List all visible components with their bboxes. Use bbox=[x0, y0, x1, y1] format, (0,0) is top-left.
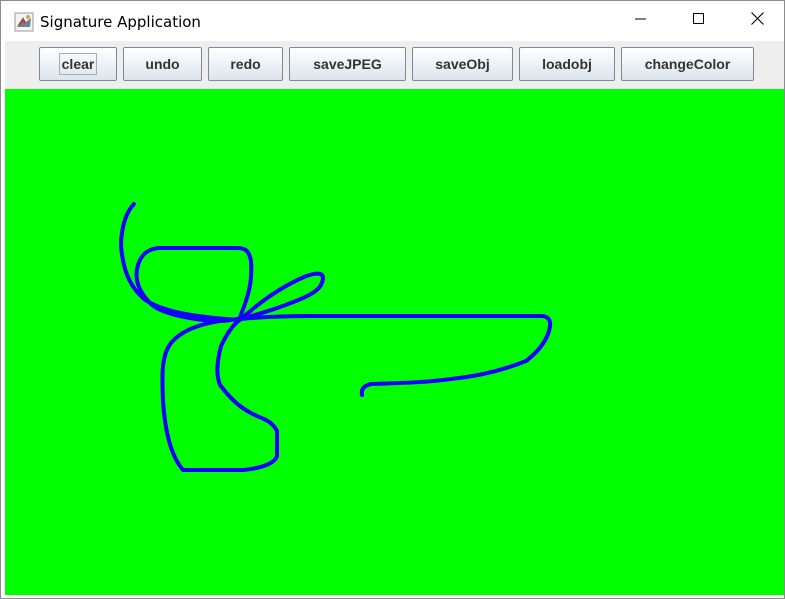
java-app-icon bbox=[14, 12, 34, 32]
load-obj-button-label: loadobj bbox=[542, 56, 592, 72]
close-icon bbox=[750, 12, 764, 30]
title-bar[interactable]: Signature Application bbox=[1, 1, 784, 41]
maximize-icon bbox=[693, 12, 705, 30]
signature-stroke bbox=[239, 314, 553, 397]
drawing-canvas[interactable] bbox=[5, 89, 784, 595]
undo-button[interactable]: undo bbox=[123, 47, 202, 81]
window-title: Signature Application bbox=[40, 13, 201, 31]
change-color-button-label: changeColor bbox=[644, 56, 731, 72]
clear-button-label: clear bbox=[58, 53, 98, 75]
change-color-button[interactable]: changeColor bbox=[621, 47, 754, 81]
save-jpeg-button[interactable]: saveJPEG bbox=[289, 47, 406, 81]
toolbar: clear undo redo saveJPEG saveObj loadobj… bbox=[5, 41, 784, 89]
load-obj-button[interactable]: loadobj bbox=[519, 47, 615, 81]
minimize-icon bbox=[635, 12, 647, 30]
close-button[interactable] bbox=[728, 1, 784, 41]
signature-drawing bbox=[119, 202, 553, 472]
minimize-button[interactable] bbox=[612, 1, 670, 41]
redo-button-label: redo bbox=[230, 56, 261, 72]
save-jpeg-button-label: saveJPEG bbox=[313, 56, 382, 72]
clear-button[interactable]: clear bbox=[39, 47, 117, 81]
save-obj-button-label: saveObj bbox=[435, 56, 490, 72]
signature-stroke bbox=[160, 317, 279, 472]
redo-button[interactable]: redo bbox=[208, 47, 283, 81]
save-obj-button[interactable]: saveObj bbox=[412, 47, 513, 81]
maximize-button[interactable] bbox=[670, 1, 728, 41]
signature-stroke bbox=[134, 246, 325, 324]
signature-application-window: Signature Application clear undo redo sa… bbox=[0, 0, 785, 599]
undo-button-label: undo bbox=[145, 56, 180, 72]
